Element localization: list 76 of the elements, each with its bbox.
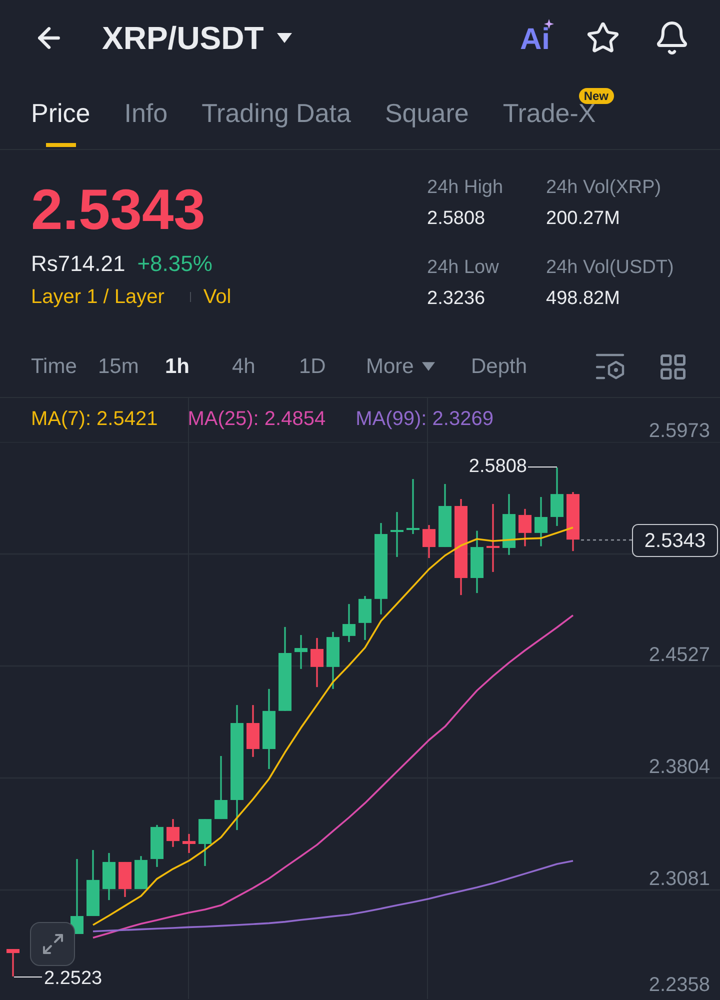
candle <box>118 862 132 897</box>
candle <box>102 852 116 900</box>
candle <box>518 508 532 546</box>
candle <box>438 484 452 548</box>
candle <box>150 824 164 867</box>
candle <box>390 512 404 557</box>
stat-label: 24h Vol(USDT) <box>546 256 675 280</box>
interval-tab[interactable]: Time <box>31 352 77 380</box>
candle <box>358 596 372 640</box>
price-change: +8.35% <box>137 250 212 278</box>
price-axis-label: 2.2358 <box>648 973 710 997</box>
new-badge: New <box>578 88 614 104</box>
star-icon[interactable] <box>586 21 620 55</box>
stat-label: 24h High <box>427 176 504 200</box>
grid-icon[interactable] <box>658 352 688 382</box>
interval-tab[interactable]: More <box>366 352 435 380</box>
candle <box>550 468 564 526</box>
settings-icon[interactable] <box>595 352 625 380</box>
candle <box>470 530 484 594</box>
legend-label: MA(7): 2.5421 <box>31 407 158 432</box>
candle <box>182 834 196 853</box>
candle <box>326 632 340 689</box>
sparkle-icon <box>544 19 554 29</box>
interval-tab[interactable]: 15m <box>98 352 139 380</box>
candle <box>342 604 356 642</box>
pair-selector[interactable]: XRP/USDT <box>102 18 292 58</box>
interval-tab[interactable]: 4h <box>232 352 256 380</box>
candle <box>534 497 548 546</box>
candle <box>214 756 228 820</box>
stat-value: 200.27M <box>546 207 621 231</box>
high-price-marker: 2.5808 <box>468 455 527 479</box>
candle <box>310 638 324 688</box>
candle <box>566 492 580 552</box>
stat-value: 2.5808 <box>427 207 486 231</box>
tab[interactable]: Trading Data <box>202 76 351 149</box>
price-axis-label: 2.3804 <box>648 755 710 779</box>
price-axis-label: 2.4527 <box>648 643 710 667</box>
candle <box>134 856 148 890</box>
caret-icon <box>276 33 292 43</box>
category-tag[interactable]: Vol <box>203 283 232 311</box>
stat-value: 498.82M <box>546 287 621 311</box>
candle <box>246 705 260 757</box>
price-axis-label: 2.3081 <box>648 867 710 891</box>
last-price-tag: 2.5343 <box>632 524 718 557</box>
price-axis-label: 2.5973 <box>648 419 710 443</box>
tab[interactable]: Price <box>31 76 90 149</box>
leader-line <box>528 466 558 468</box>
candle <box>486 504 500 572</box>
candle <box>294 635 308 669</box>
candle <box>502 494 516 555</box>
interval-tab[interactable]: 1h <box>165 352 190 380</box>
stat-label: 24h Vol(XRP) <box>546 176 662 200</box>
expand-button[interactable] <box>30 922 75 966</box>
bell-icon[interactable] <box>654 20 690 56</box>
low-price-marker: 2.2523 <box>44 968 102 990</box>
last-price: 2.5343 <box>31 178 206 242</box>
stat-value: 2.3236 <box>427 287 486 311</box>
tab[interactable]: Info <box>124 76 168 149</box>
candle <box>198 819 212 866</box>
interval-tab[interactable]: Depth <box>471 352 528 380</box>
candle <box>422 525 436 558</box>
leader-line <box>14 976 42 978</box>
legend-label: MA(99): 2.3269 <box>356 407 494 432</box>
candle <box>166 819 180 847</box>
fiat-price: Rs714.21 <box>31 250 126 278</box>
expand-icon <box>40 932 64 956</box>
candle <box>86 850 100 916</box>
interval-tab[interactable]: 1D <box>299 352 326 380</box>
legend-label: MA(25): 2.4854 <box>188 407 326 432</box>
candle <box>6 949 20 976</box>
stat-label: 24h Low <box>427 256 500 280</box>
price-line <box>581 539 632 541</box>
category-tag[interactable]: Layer 1 / Layer <box>31 283 164 311</box>
candle <box>406 479 420 534</box>
tab[interactable]: Square <box>384 76 469 149</box>
ai-button[interactable]: Ai <box>520 19 554 57</box>
